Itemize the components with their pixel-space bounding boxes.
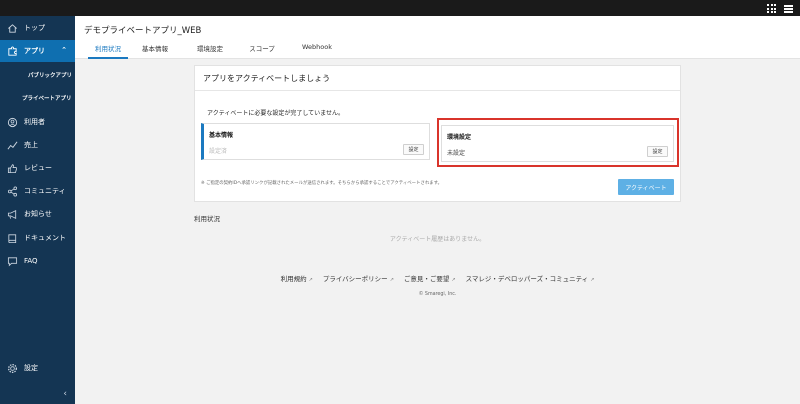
top-bar xyxy=(0,0,800,16)
sidebar-item-label: お知らせ xyxy=(24,210,52,218)
chat-icon xyxy=(6,255,18,267)
app-grid-icon[interactable] xyxy=(767,4,776,13)
basic-info-settings-button[interactable]: 設定 xyxy=(403,144,424,155)
sidebar-item-label: FAQ xyxy=(24,257,38,265)
chevron-left-icon: ‹ xyxy=(63,389,67,399)
usage-section-title: 利用状況 xyxy=(194,215,220,223)
activation-note: ※ ご指定の契約IDへ承認リンクが記載されたメールが送信されます。そちらから承認… xyxy=(201,181,442,186)
sidebar-item-label: アプリ xyxy=(24,47,45,55)
sidebar-item-reviews[interactable]: レビュー xyxy=(0,157,75,179)
footer-link-feedback[interactable]: ご意見・ご要望 ↗ xyxy=(404,273,456,283)
chevron-up-icon: ⌃ xyxy=(61,46,67,54)
sidebar-item-users[interactable]: 利用者 xyxy=(0,111,75,133)
gear-icon xyxy=(6,362,18,374)
copyright: © Smaregi, Inc. xyxy=(418,292,457,297)
puzzle-icon xyxy=(6,45,18,57)
sidebar-item-app[interactable]: アプリ ⌃ xyxy=(0,40,75,62)
external-link-icon: ↗ xyxy=(590,277,595,283)
external-link-icon: ↗ xyxy=(451,277,456,283)
sidebar-item-label: 設定 xyxy=(24,364,38,372)
highlight-box xyxy=(437,118,679,167)
footer-link-label: ご意見・ご要望 xyxy=(403,275,450,283)
sidebar-item-faq[interactable]: FAQ xyxy=(0,250,75,272)
external-link-icon: ↗ xyxy=(308,277,313,283)
footer-link-label: スマレジ・デベロッパーズ・コミュニティ xyxy=(465,275,589,283)
book-icon xyxy=(6,232,18,244)
user-icon xyxy=(6,116,18,128)
sidebar-item-documents[interactable]: ドキュメント xyxy=(0,227,75,249)
tab-environment[interactable]: 環境設定 xyxy=(193,43,227,59)
activate-button[interactable]: アクティベート xyxy=(618,179,674,195)
sidebar-subitem-private-app[interactable]: プライベートアプリ xyxy=(22,94,97,102)
page-header: デモプライベートアプリ_WEB 利用状況 基本情報 環境設定 スコープ Webh… xyxy=(75,16,800,59)
sidebar-subitem-public-app[interactable]: パブリックアプリ xyxy=(28,71,103,79)
sidebar-item-sales[interactable]: 売上 xyxy=(0,134,75,156)
page-title: デモプライベートアプリ_WEB xyxy=(84,26,202,36)
basic-info-status: 設定済 xyxy=(209,148,228,155)
sidebar-item-label: 売上 xyxy=(24,141,38,149)
footer-link-terms[interactable]: 利用規約 ↗ xyxy=(281,273,313,283)
sidebar-item-settings[interactable]: 設定 xyxy=(0,357,75,379)
sidebar-item-label: 利用者 xyxy=(24,118,45,126)
sidebar-item-label: ドキュメント xyxy=(24,234,66,242)
sidebar: トップ アプリ ⌃ パブリックアプリ プライベートアプリ 利用者 売上 レビュー… xyxy=(0,16,75,404)
sidebar-item-community[interactable]: コミュニティ xyxy=(0,180,75,202)
tab-basic-info[interactable]: 基本情報 xyxy=(138,43,172,59)
tab-scope[interactable]: スコープ xyxy=(245,43,279,59)
sidebar-item-news[interactable]: お知らせ xyxy=(0,203,75,225)
home-icon xyxy=(6,22,18,34)
tab-webhook[interactable]: Webhook xyxy=(297,43,337,59)
usage-empty-message: アクティベート履歴はありません。 xyxy=(389,236,486,243)
footer-link-label: 利用規約 xyxy=(280,275,307,283)
basic-info-title: 基本情報 xyxy=(209,132,234,139)
sidebar-item-label: コミュニティ xyxy=(24,187,66,195)
basic-info-card: 基本情報 設定済 設定 xyxy=(201,123,430,160)
sidebar-item-label: レビュー xyxy=(24,164,52,172)
footer-links: 利用規約 ↗ プライバシーポリシー ↗ ご意見・ご要望 ↗ スマレジ・デベロッパーズ・… xyxy=(194,273,681,283)
sidebar-item-label: トップ xyxy=(24,24,45,32)
megaphone-icon xyxy=(6,208,18,220)
chart-line-icon xyxy=(6,139,18,151)
footer-link-privacy[interactable]: プライバシーポリシー ↗ xyxy=(323,273,394,283)
footer-link-label: プライバシーポリシー xyxy=(322,275,388,283)
menu-icon[interactable] xyxy=(784,5,793,13)
sidebar-item-top[interactable]: トップ xyxy=(0,17,75,39)
footer-link-community[interactable]: スマレジ・デベロッパーズ・コミュニティ ↗ xyxy=(466,273,595,283)
external-link-icon: ↗ xyxy=(389,277,394,283)
thumbs-up-icon xyxy=(6,162,18,174)
share-icon xyxy=(6,185,18,197)
tab-usage[interactable]: 利用状況 xyxy=(88,43,128,59)
activation-message: アクティベートに必要な設定が完了していません。 xyxy=(207,110,344,117)
divider xyxy=(195,90,680,91)
card-title: アプリをアクティベートしましょう xyxy=(203,74,331,83)
sidebar-collapse-button[interactable]: ‹ xyxy=(0,384,75,404)
